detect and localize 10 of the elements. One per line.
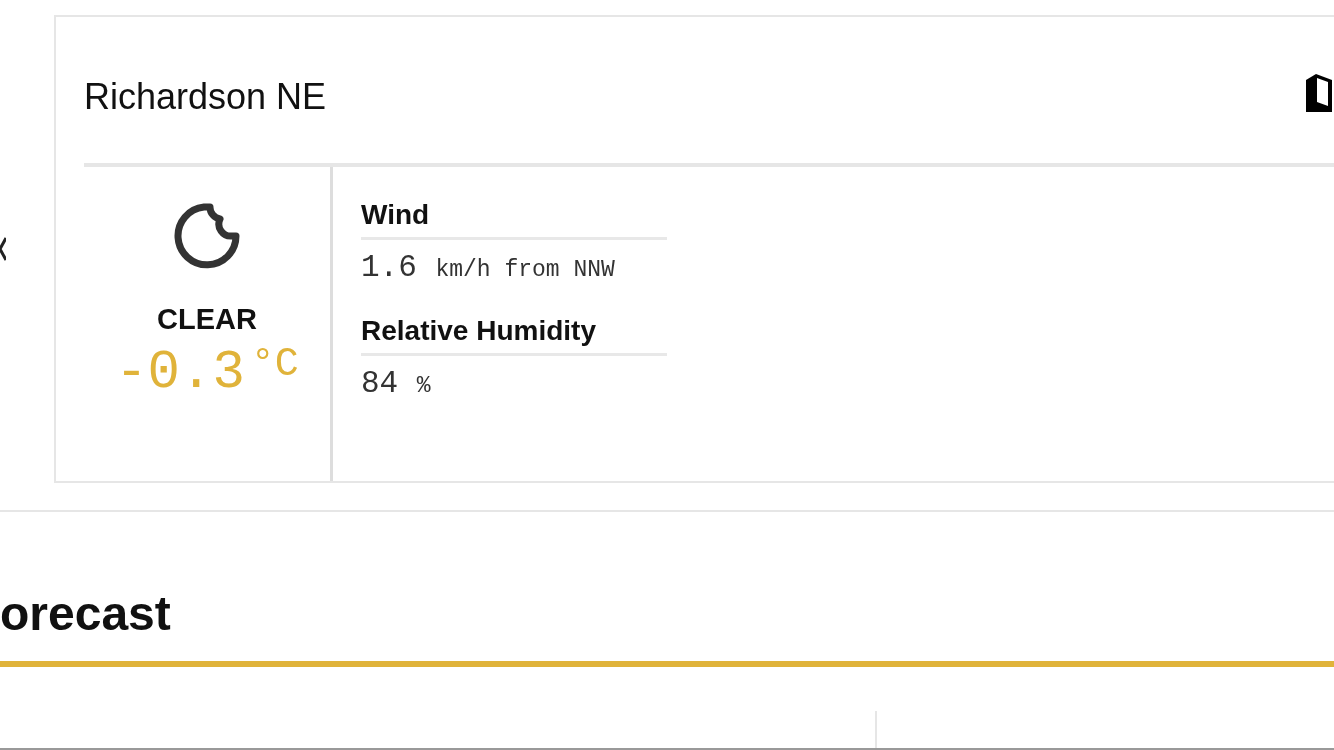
section-title: orecast — [0, 586, 171, 641]
station-name: Richardson NE — [84, 76, 327, 118]
detail-label: Wind — [361, 199, 667, 240]
moon-icon — [174, 203, 240, 269]
detail-label: Relative Humidity — [361, 315, 667, 356]
map-icon[interactable] — [1304, 72, 1334, 112]
chevron-left-icon[interactable] — [0, 236, 6, 262]
detail-value: 1.6 km/h from NNW — [361, 250, 616, 285]
detail-value: 84 % — [361, 366, 432, 401]
condition-label: CLEAR — [157, 303, 257, 336]
